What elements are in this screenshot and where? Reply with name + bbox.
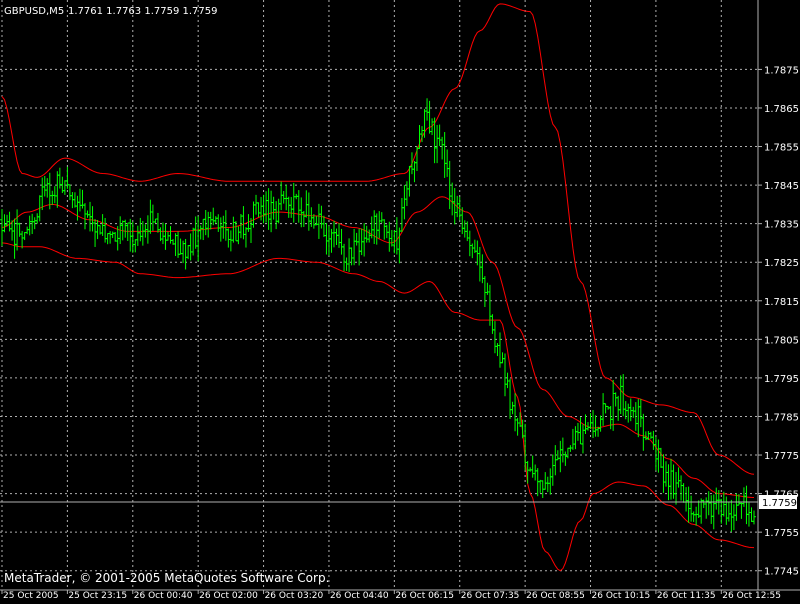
x-tick-label: 26 Oct 04:40 (330, 591, 389, 600)
chart-canvas[interactable]: 1.7875 1.7865 1.7855 1.7845 1.7835 1.7825 1.78… (0, 0, 800, 601)
chart-quote: 1.7761 1.7763 1.7759 1.7759 (68, 6, 218, 17)
y-tick-label: 1.7805 (764, 335, 799, 346)
x-tick-label: 26 Oct 10:15 (592, 591, 651, 600)
x-tick-label: 25 Oct 2005 (3, 591, 59, 600)
current-price-label: 1.7759 (762, 498, 797, 509)
y-tick-label: 1.7795 (764, 374, 799, 385)
x-tick-label: 26 Oct 08:55 (526, 591, 585, 600)
y-tick-label: 1.7815 (764, 297, 799, 308)
chart-background (0, 0, 800, 600)
y-tick-label: 1.7775 (764, 451, 799, 462)
y-tick-label: 1.7825 (764, 258, 799, 269)
y-tick-label: 1.7835 (764, 220, 799, 231)
y-tick-label: 1.7875 (764, 65, 799, 76)
x-tick-label: 26 Oct 11:35 (657, 591, 716, 600)
x-tick-label: 26 Oct 03:20 (265, 591, 324, 600)
y-tick-label: 1.7755 (764, 528, 799, 539)
price-chart[interactable]: 1.7875 1.7865 1.7855 1.7845 1.7835 1.7825 1.78… (0, 0, 800, 601)
x-tick-label: 26 Oct 07:35 (461, 591, 520, 600)
x-tick-label: 26 Oct 00:40 (134, 591, 193, 600)
watermark-text: MetaTrader, © 2001-2005 MetaQuotes Softw… (4, 571, 329, 585)
x-tick-label: 25 Oct 23:15 (68, 591, 127, 600)
y-tick-label: 1.7745 (764, 567, 799, 578)
current-price-badge: 1.7759 (759, 495, 797, 509)
y-tick-label: 1.7845 (764, 181, 799, 192)
y-tick-label: 1.7785 (764, 412, 799, 423)
y-tick-label: 1.7855 (764, 143, 799, 154)
x-tick-label: 26 Oct 02:00 (199, 591, 258, 600)
chart-symbol: GBPUSD,M5 (4, 6, 64, 17)
y-tick-label: 1.7865 (764, 104, 799, 115)
x-tick-label: 26 Oct 12:55 (722, 591, 781, 600)
x-tick-label: 26 Oct 06:15 (395, 591, 454, 600)
